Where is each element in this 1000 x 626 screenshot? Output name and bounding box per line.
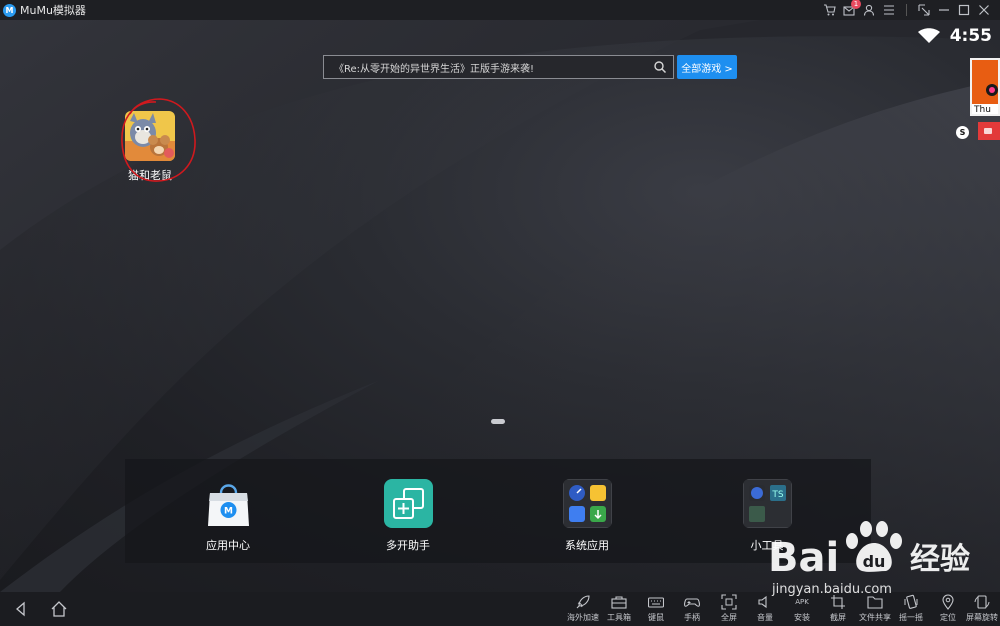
- svg-text:du: du: [863, 552, 886, 571]
- tool-overseas-accelerate[interactable]: 海外加速: [565, 594, 601, 623]
- status-bar: 4:55: [917, 26, 992, 46]
- svg-text:M: M: [224, 507, 233, 517]
- app-title: MuMu模拟器: [20, 4, 86, 17]
- dock-item-app-center[interactable]: M 应用中心: [178, 479, 278, 553]
- page-indicator[interactable]: [491, 419, 505, 424]
- tool-label: 定位: [940, 613, 956, 622]
- tool-label: 海外加速: [567, 613, 599, 622]
- keyboard-icon[interactable]: [648, 594, 664, 610]
- annotation-circle: [121, 98, 196, 182]
- tool-label: 音量: [757, 613, 773, 622]
- dock-label: 多开助手: [386, 539, 430, 552]
- svg-text:TS: TS: [771, 490, 783, 500]
- tool-keyboard-mouse[interactable]: 键鼠: [638, 594, 674, 623]
- side-widget-badge[interactable]: S: [956, 126, 969, 139]
- fullscreen-icon[interactable]: [721, 594, 737, 610]
- toolbox-icon[interactable]: [611, 594, 627, 610]
- notification-badge: 1: [851, 0, 861, 9]
- tool-toolbox[interactable]: 工具箱: [601, 594, 637, 623]
- wifi-icon: [917, 28, 940, 43]
- mini-mode-icon[interactable]: [916, 2, 932, 18]
- close-icon[interactable]: [976, 2, 992, 18]
- watermark-url: jingyan.baidu.com: [772, 582, 892, 597]
- floating-side-widget[interactable]: Thu: [958, 58, 1000, 144]
- title-bar-divider: [906, 4, 907, 16]
- search-icon[interactable]: [653, 60, 667, 74]
- cart-icon[interactable]: [821, 2, 837, 18]
- tool-fullscreen[interactable]: 全屏: [711, 594, 747, 623]
- tool-label: 文件共享: [859, 613, 891, 622]
- system-apps-folder-icon[interactable]: [562, 479, 612, 528]
- home-icon[interactable]: [50, 600, 68, 618]
- dock-item-multi-instance[interactable]: 多开助手: [358, 479, 458, 553]
- tool-label: 键鼠: [648, 613, 664, 622]
- tool-label: 工具箱: [607, 613, 631, 622]
- android-home-screen: 4:55 《Re:从零开始的异世界生活》正版手游来袭! 全部游戏 > 猫和老鼠: [0, 20, 1000, 592]
- mumu-logo-icon: M: [3, 3, 16, 17]
- tool-label: 截屏: [830, 613, 846, 622]
- app-center-icon[interactable]: M: [204, 479, 253, 528]
- menu-icon[interactable]: [881, 2, 897, 18]
- tool-label: 手柄: [684, 613, 700, 622]
- message-icon[interactable]: 1: [841, 0, 861, 18]
- tool-label: 安装: [794, 613, 810, 622]
- tool-label: 摇一摇: [899, 613, 923, 622]
- minimize-icon[interactable]: [936, 2, 952, 18]
- tool-label: 全屏: [721, 613, 737, 622]
- dock-item-system-apps[interactable]: 系统应用: [537, 479, 637, 553]
- side-widget-label: Thu: [974, 105, 991, 115]
- multi-instance-icon[interactable]: [383, 479, 433, 528]
- title-bar-controls: 1: [821, 0, 992, 20]
- game-search-bar[interactable]: 《Re:从零开始的异世界生活》正版手游来袭!: [323, 55, 674, 79]
- user-icon[interactable]: [861, 2, 877, 18]
- tool-label: 屏幕旋转: [966, 613, 998, 622]
- svg-text:Bai: Bai: [768, 535, 839, 581]
- dock-label: 应用中心: [206, 539, 250, 552]
- back-icon[interactable]: [12, 600, 30, 618]
- app-dock: M 应用中心 多开助手 系统应用 TS 小工具: [125, 459, 871, 563]
- maximize-icon[interactable]: [956, 2, 972, 18]
- all-games-button[interactable]: 全部游戏 >: [677, 55, 737, 79]
- tool-gamepad[interactable]: 手柄: [674, 594, 710, 623]
- title-bar: M MuMu模拟器 1: [0, 0, 1000, 20]
- gamepad-icon[interactable]: [684, 594, 700, 610]
- dock-label: 系统应用: [565, 539, 609, 552]
- status-time: 4:55: [949, 26, 992, 46]
- rocket-icon[interactable]: [575, 594, 591, 610]
- search-input[interactable]: 《Re:从零开始的异世界生活》正版手游来袭!: [334, 60, 653, 75]
- svg-text:经验: 经验: [910, 542, 970, 577]
